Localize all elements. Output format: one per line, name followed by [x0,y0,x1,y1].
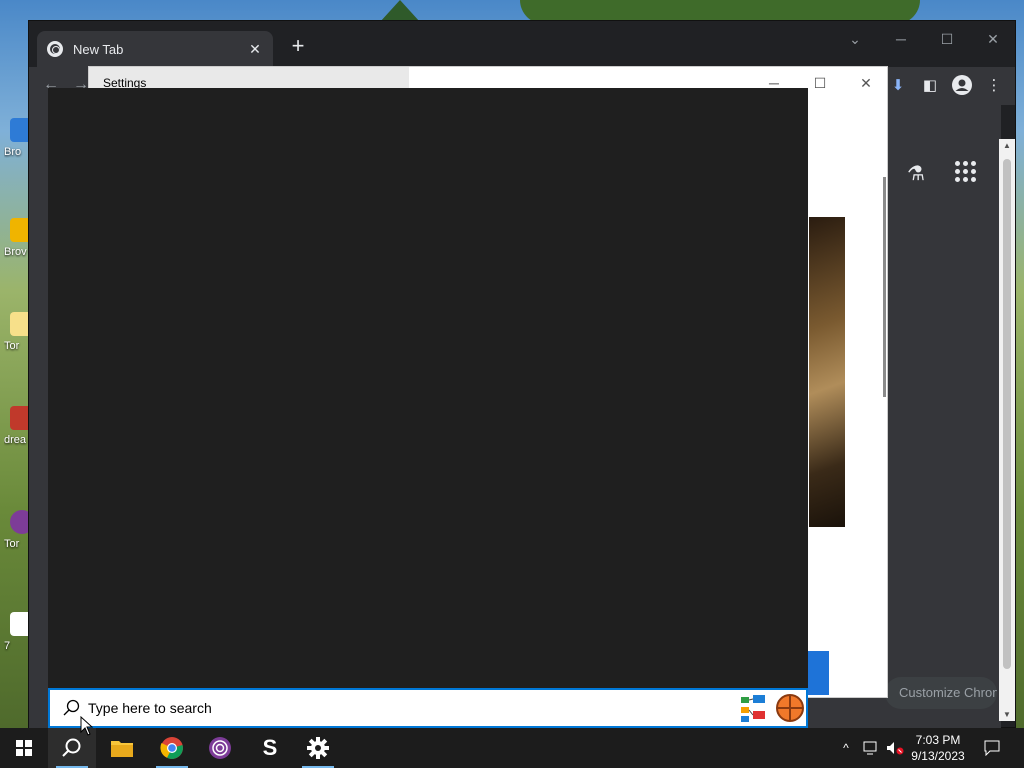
tab-new-tab[interactable]: New Tab ✕ [37,31,273,67]
menu-icon[interactable]: ⋮ [983,75,1005,97]
settings-maximize-button[interactable]: ☐ [805,73,835,93]
taskbar: S ^ 7:03 PM 9/13/2023 [0,728,1024,768]
settings-close-button[interactable]: ✕ [851,73,881,93]
scroll-down-icon[interactable]: ▼ [999,710,1015,719]
page-scrollbar[interactable]: ▲ ▼ [999,139,1015,721]
taskbar-chrome[interactable] [148,728,196,768]
google-apps-icon[interactable] [955,161,977,183]
taskbar-clock[interactable]: 7:03 PM 9/13/2023 [906,732,970,764]
tab-title: New Tab [73,41,124,57]
download-icon[interactable]: ⬇ [887,75,909,97]
scroll-up-icon[interactable]: ▲ [999,141,1015,150]
close-button[interactable]: ✕ [979,27,1007,51]
search-icon [63,699,80,716]
search-highlight-icon[interactable] [740,694,770,724]
folder-icon [111,741,133,757]
labs-flask-icon[interactable]: ⚗ [907,161,925,186]
wallpaper-tree-small [380,0,420,22]
taskbar-tor-browser[interactable] [196,728,244,768]
search-input[interactable] [88,696,688,720]
chrome-icon [47,41,63,57]
s-app-icon: S [262,735,278,760]
taskbar-file-explorer[interactable] [98,728,146,768]
clock-date: 9/13/2023 [911,749,965,763]
customize-chrome-button[interactable]: Customize Chrome [885,677,997,709]
tab-strip: New Tab ✕ + ⌄ ─ ☐ ✕ [29,21,1015,67]
profile-icon[interactable] [951,75,973,97]
tab-close-button[interactable]: ✕ [247,41,263,58]
start-button[interactable] [0,728,48,768]
network-icon[interactable] [860,728,882,768]
volume-muted-icon[interactable] [884,728,906,768]
taskbar-settings[interactable] [294,728,342,768]
settings-scrollbar[interactable] [883,177,886,397]
scrollbar-thumb[interactable] [1003,159,1011,669]
chrome-icon [160,737,183,759]
basketball-icon[interactable] [776,694,804,722]
taskbar-search-box[interactable] [48,688,808,728]
background-preview-image [809,217,845,527]
tor-icon [209,737,231,759]
taskbar-s-app[interactable]: S [246,728,294,768]
maximize-button[interactable]: ☐ [933,27,961,51]
accent-color-swatch [807,651,829,695]
search-panel [48,88,808,688]
gear-icon [307,737,329,759]
search-icon [62,738,81,757]
tab-search-icon[interactable]: ⌄ [841,27,869,51]
new-tab-button[interactable]: + [287,35,309,57]
action-center-icon[interactable] [980,728,1004,768]
clock-time: 7:03 PM [915,733,961,747]
side-panel-icon[interactable]: ◧ [919,75,941,97]
minimize-button[interactable]: ─ [887,27,915,51]
mouse-cursor-icon [80,716,94,736]
windows-logo-icon [16,740,32,756]
tray-overflow-icon[interactable]: ^ [836,728,856,768]
